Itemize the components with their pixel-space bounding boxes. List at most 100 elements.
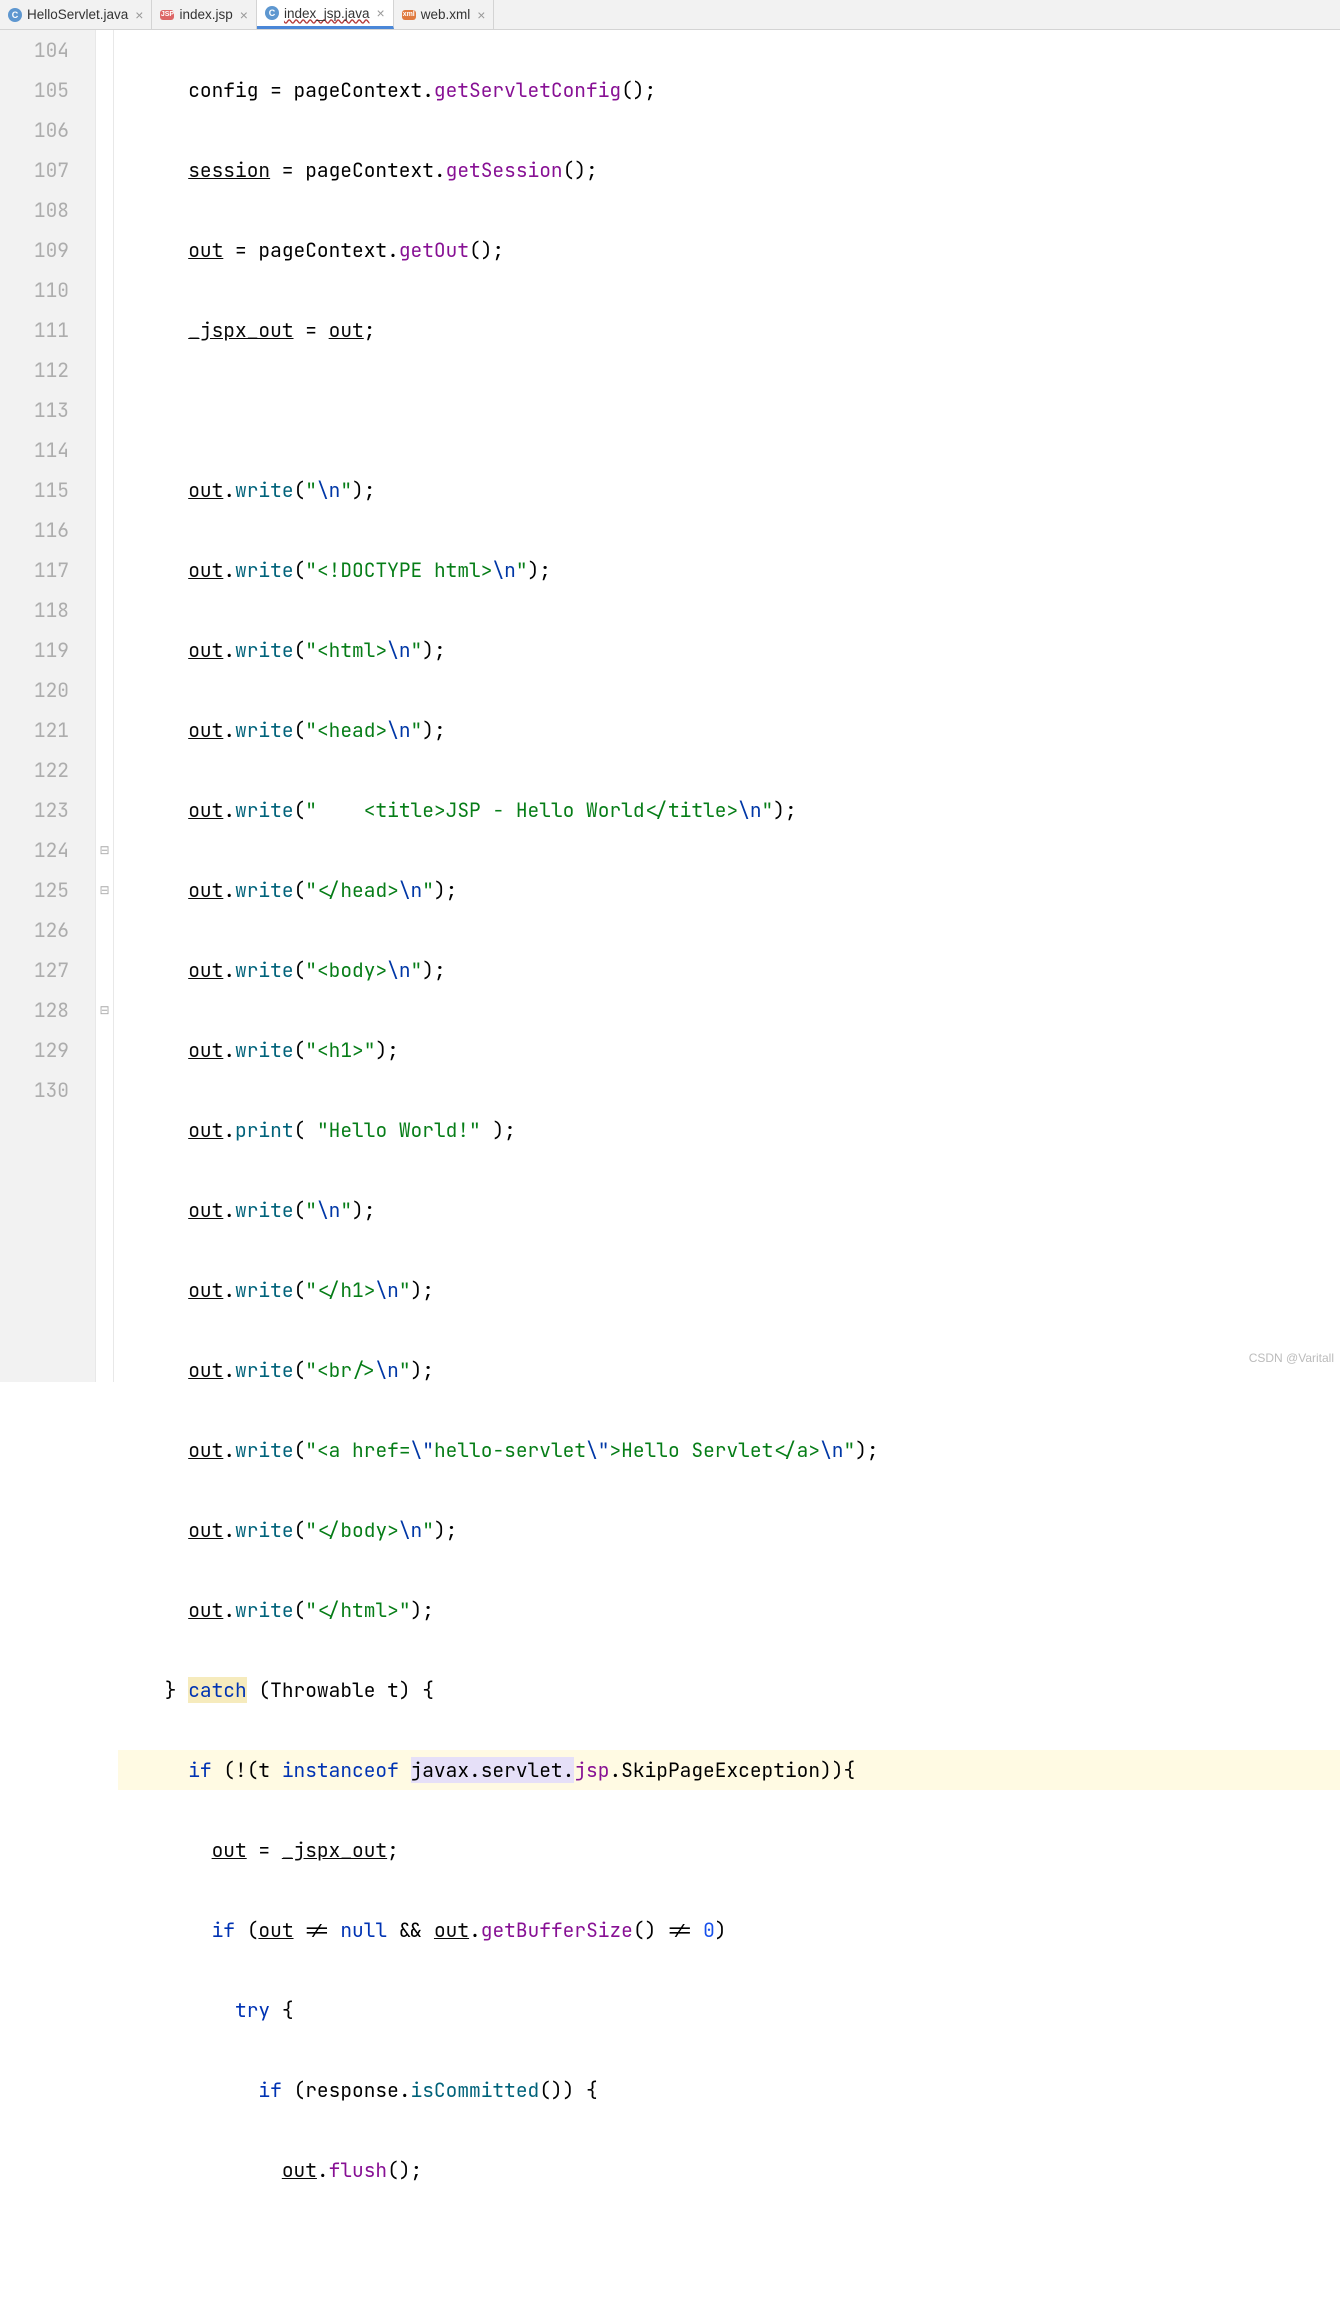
tab-indexjspjava[interactable]: C index_jsp.java × [257,0,394,29]
code-line: out.write(" <title>JSP - Hello World</ti… [118,790,1340,830]
fold-marker [96,230,113,270]
code-line: out.write("<br/>\n"); [118,1350,1340,1390]
tab-indexjsp[interactable]: JSP index.jsp × [152,0,256,29]
code-line: config = pageContext.getServletConfig(); [118,70,1340,110]
code-line: try { [118,1990,1340,2030]
code-line: _jspx_out = out; [118,310,1340,350]
line-number: 117 [18,550,69,590]
line-number: 111 [18,310,69,350]
code-line: out.write("<head>\n"); [118,710,1340,750]
line-number: 127 [18,950,69,990]
fold-marker[interactable]: ⊟ [96,830,113,870]
fold-marker [96,470,113,510]
fold-marker[interactable]: ⊟ [96,870,113,910]
fold-marker [96,790,113,830]
code-line: out.write("<html>\n"); [118,630,1340,670]
fold-marker [96,70,113,110]
tab-label: index_jsp.java [284,6,370,21]
fold-marker [96,590,113,630]
tab-label: index.jsp [179,7,232,22]
line-number: 109 [18,230,69,270]
line-number: 114 [18,430,69,470]
code-area[interactable]: config = pageContext.getServletConfig();… [114,30,1340,1382]
fold-marker [96,950,113,990]
tab-webxml[interactable]: xml web.xml × [394,0,495,29]
fold-marker [96,110,113,150]
fold-marker [96,910,113,950]
code-line: out.write("<body>\n"); [118,950,1340,990]
line-number: 123 [18,790,69,830]
fold-marker [96,350,113,390]
line-number: 121 [18,710,69,750]
code-line: out.write("<a href=\"hello-servlet\">Hel… [118,1430,1340,1470]
code-line: session = pageContext.getSession(); [118,150,1340,190]
code-line: if (out != null && out.getBufferSize() !… [118,1910,1340,1950]
line-number: 108 [18,190,69,230]
editor-tabs: C HelloServlet.java × JSP index.jsp × C … [0,0,1340,30]
code-line: out.write("<h1>"); [118,1030,1340,1070]
tab-label: HelloServlet.java [27,7,128,22]
line-number: 107 [18,150,69,190]
line-number: 120 [18,670,69,710]
fold-marker [96,670,113,710]
line-number: 112 [18,350,69,390]
close-icon[interactable]: × [477,7,485,23]
line-number: 113 [18,390,69,430]
fold-marker [96,190,113,230]
code-line: out.flush(); [118,2150,1340,2190]
fold-marker [96,630,113,670]
fold-marker [96,270,113,310]
tab-label: web.xml [421,7,471,22]
code-line: out.write("\n"); [118,1190,1340,1230]
jsp-icon: JSP [160,10,174,20]
line-number: 105 [18,70,69,110]
fold-marker[interactable]: ⊟ [96,990,113,1030]
fold-marker [96,150,113,190]
code-line: if (!(t instanceof javax.servlet.jsp.Ski… [118,1750,1340,1790]
code-line: out.write("\n"); [118,470,1340,510]
watermark: CSDN @Varitall [1249,1338,1334,1378]
fold-marker [96,310,113,350]
tab-helloservlet[interactable]: C HelloServlet.java × [0,0,152,29]
line-number: 129 [18,1030,69,1070]
editor[interactable]: 1041051061071081091101111121131141151161… [0,30,1340,1382]
class-icon: C [265,6,279,20]
line-number: 125 [18,870,69,910]
code-line: out = pageContext.getOut(); [118,230,1340,270]
line-number: 130 [18,1070,69,1110]
line-number: 122 [18,750,69,790]
close-icon[interactable]: × [135,7,143,23]
line-number: 104 [18,30,69,70]
fold-marker [96,1070,113,1110]
line-number: 106 [18,110,69,150]
line-number: 116 [18,510,69,550]
code-line: out.write("</h1>\n"); [118,1270,1340,1310]
fold-marker [96,510,113,550]
line-number: 119 [18,630,69,670]
line-number: 115 [18,470,69,510]
code-line: if (response.isCommitted()) { [118,2070,1340,2110]
close-icon[interactable]: × [240,7,248,23]
xml-icon: xml [402,10,416,20]
code-line: out.write("<!DOCTYPE html>\n"); [118,550,1340,590]
code-line: } catch (Throwable t) { [118,1670,1340,1710]
line-number: 118 [18,590,69,630]
fold-marker [96,390,113,430]
class-icon: C [8,8,22,22]
line-number: 110 [18,270,69,310]
fold-column: ⊟⊟⊟ [96,30,114,1382]
code-line: out.write("</body>\n"); [118,1510,1340,1550]
code-line: out.write("</html>"); [118,1590,1340,1630]
fold-marker [96,710,113,750]
fold-marker [96,1030,113,1070]
line-number-gutter: 1041051061071081091101111121131141151161… [0,30,96,1382]
line-number: 128 [18,990,69,1030]
fold-marker [96,750,113,790]
fold-marker [96,30,113,70]
code-line: out.write("</head>\n"); [118,870,1340,910]
close-icon[interactable]: × [377,5,385,21]
fold-marker [96,550,113,590]
line-number: 124 [18,830,69,870]
line-number: 126 [18,910,69,950]
code-line: out = _jspx_out; [118,1830,1340,1870]
